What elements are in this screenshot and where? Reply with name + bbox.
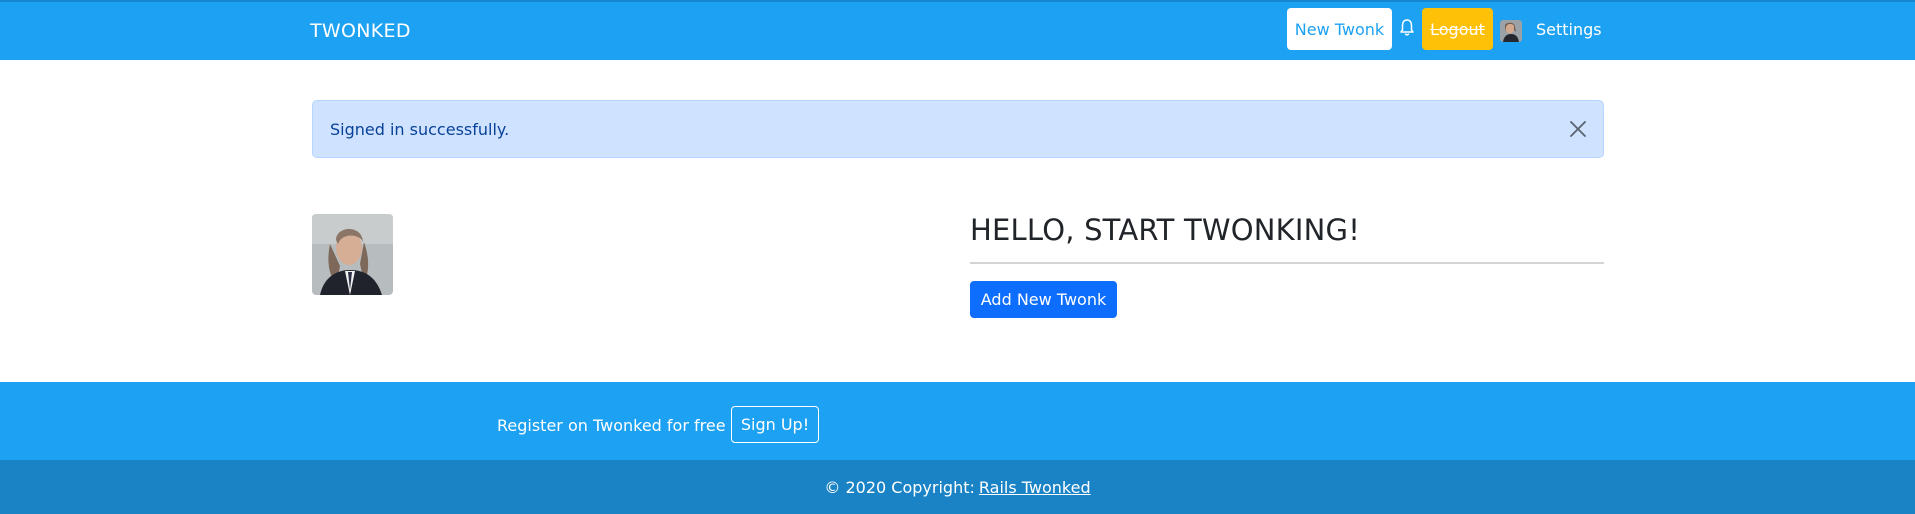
settings-link[interactable]: Settings	[1536, 20, 1602, 39]
register-text: Register on Twonked for free	[497, 416, 726, 435]
rails-twonked-link[interactable]: Rails Twonked	[979, 478, 1091, 497]
bell-icon[interactable]	[1399, 18, 1415, 38]
top-navbar: TWONKED	[0, 0, 1915, 60]
footer-register-band	[0, 382, 1915, 460]
copyright-text: © 2020 Copyright:	[824, 477, 975, 497]
add-new-twonk-button[interactable]: Add New Twonk	[970, 281, 1117, 318]
alert-message: Signed in successfully.	[330, 119, 510, 139]
sign-up-button[interactable]: Sign Up!	[731, 406, 819, 443]
new-twonk-button[interactable]: New Twonk	[1287, 8, 1392, 50]
divider	[970, 262, 1604, 264]
page-heading: HELLO, START TWONKING!	[970, 213, 1361, 247]
logout-button[interactable]: Logout	[1422, 8, 1493, 50]
close-icon[interactable]	[1569, 120, 1587, 138]
signed-in-alert: Signed in successfully.	[312, 100, 1604, 158]
footer-copyright: © 2020 Copyright: Rails Twonked	[0, 460, 1915, 514]
brand-link[interactable]: TWONKED	[310, 20, 411, 42]
profile-photo	[312, 214, 393, 295]
user-avatar[interactable]	[1500, 20, 1522, 42]
